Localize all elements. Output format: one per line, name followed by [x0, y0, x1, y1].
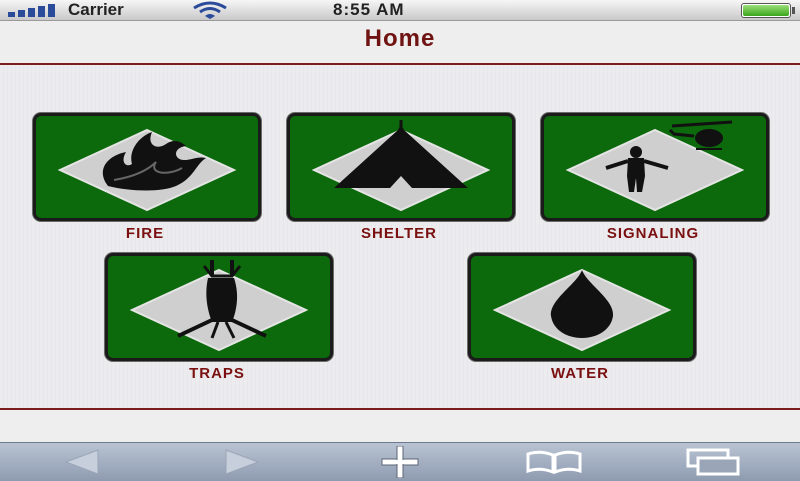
signaling-tile-button[interactable]: [541, 113, 769, 221]
bookmarks-icon[interactable]: [522, 446, 586, 478]
wifi-icon: [193, 1, 227, 19]
signaling-person-helicopter-icon: [565, 120, 745, 212]
tent-icon: [311, 120, 491, 212]
status-bar: Carrier 8:55 AM: [0, 0, 800, 21]
water-tile-button[interactable]: [468, 253, 696, 361]
status-time: 8:55 AM: [333, 0, 405, 19]
forward-icon[interactable]: [220, 446, 264, 478]
add-icon[interactable]: [378, 446, 422, 478]
traps-tile-button[interactable]: [105, 253, 333, 361]
signal-strength-icon: [8, 4, 55, 17]
pages-icon[interactable]: [684, 446, 742, 478]
tile-label-signaling: SIGNALING: [606, 225, 700, 242]
browser-toolbar: [0, 442, 800, 481]
main-content: FIRE SHELTER SIGNALING TRAPS WATER: [0, 65, 800, 410]
shelter-tile-button[interactable]: [287, 113, 515, 221]
back-icon[interactable]: [60, 446, 104, 478]
carrier-name: Carrier: [68, 0, 124, 19]
fire-icon: [57, 128, 237, 212]
fire-tile-button[interactable]: [33, 113, 261, 221]
tile-label-traps: TRAPS: [189, 365, 245, 382]
page-title: Home: [364, 25, 436, 52]
battery-icon: [741, 3, 795, 18]
tile-label-shelter: SHELTER: [361, 225, 437, 242]
header-bar: Home: [0, 21, 800, 65]
trap-icon: [129, 260, 309, 352]
footer-area: [0, 410, 800, 442]
tile-label-water: WATER: [550, 365, 610, 382]
water-drop-icon: [492, 268, 672, 352]
tile-label-fire: FIRE: [125, 225, 165, 242]
